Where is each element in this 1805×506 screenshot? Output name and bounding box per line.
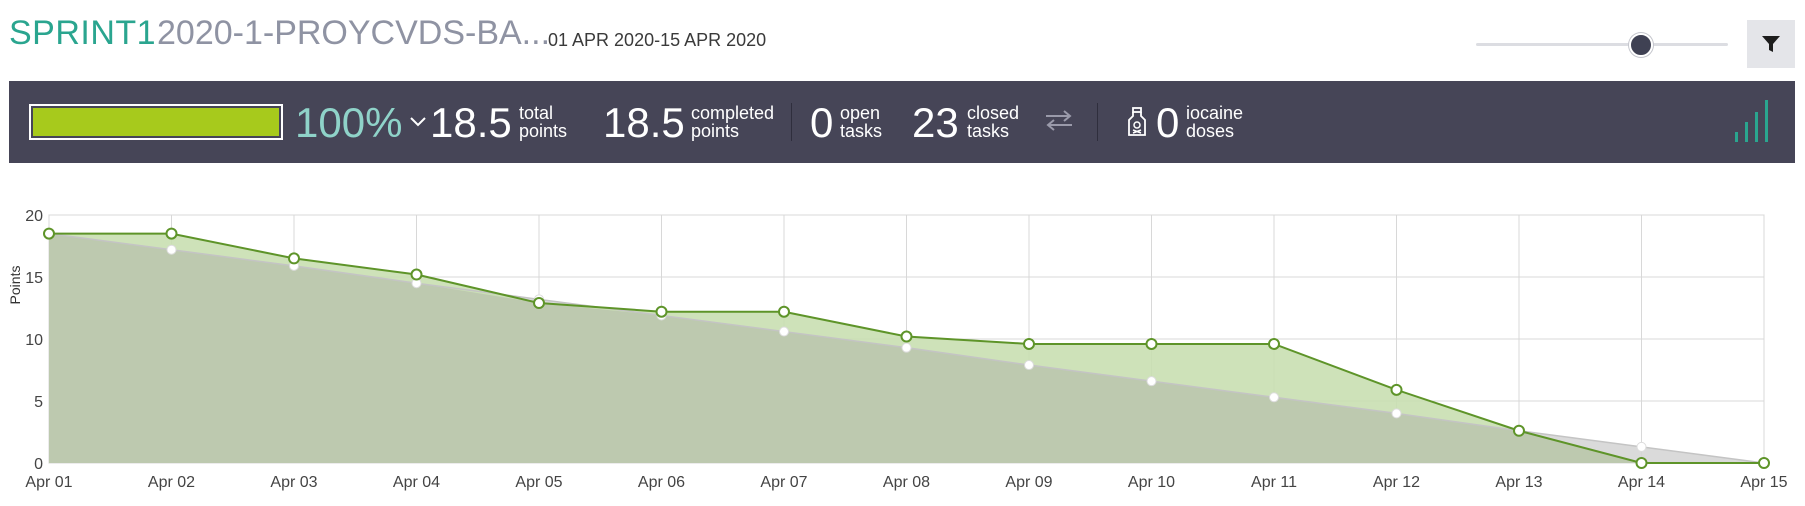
zoom-slider-handle[interactable] [1628,33,1653,57]
poison-bottle-icon [1128,107,1146,136]
ideal-point [1024,360,1034,371]
iocaine-doses-label: iocaine doses [1186,103,1244,141]
page-header: SPRINT1 2020-1-PROYCVDS-BA... 01 APR 202… [0,0,1805,82]
x-tick-label: Apr 12 [1373,474,1420,491]
zoom-slider-track[interactable] [1476,43,1728,46]
closed-tasks-label: closed tasks [967,103,1020,141]
open-tasks-value: 0 [810,99,834,146]
x-tick-label: Apr 02 [148,474,195,491]
ideal-point [779,326,789,337]
total-points-value: 18.5 [430,99,512,146]
progress-percent: 100% [295,99,403,146]
real-point [1145,337,1158,350]
bar-graph-icon[interactable] [1733,98,1773,142]
x-tick-label: Apr 06 [638,474,685,491]
real-point [410,268,423,281]
x-tick-label: Apr 10 [1128,474,1175,491]
iocaine-doses-value: 0 [1156,99,1180,146]
real-point [1390,383,1403,396]
y-tick-label: 20 [25,208,43,225]
open-tasks-label: open tasks [840,103,883,141]
sprint-name: SPRINT1 [9,14,157,52]
y-tick-label: 5 [34,394,43,411]
sprint-progress-fill [33,108,279,136]
ideal-point [901,342,912,353]
real-point [1023,337,1035,350]
real-point [900,330,913,343]
x-tick-label: Apr 09 [1005,474,1052,491]
ideal-point [1636,441,1647,452]
y-axis-label: Points [7,266,23,305]
real-point [1513,424,1525,437]
y-tick-label: 10 [25,332,43,349]
x-tick-label: Apr 08 [883,474,930,491]
ideal-point [1269,392,1279,403]
ideal-point [1146,376,1157,387]
ideal-point [166,244,177,255]
chevron-down-icon[interactable] [408,111,428,131]
real-point [655,305,668,318]
x-tick-label: Apr 05 [515,474,562,491]
stats-divider [1097,103,1098,141]
real-point [1635,457,1648,469]
real-point [1268,337,1280,350]
swap-arrows-icon[interactable] [1044,108,1074,132]
y-tick-label: 15 [25,270,43,287]
real-point [43,227,55,240]
project-name[interactable]: 2020-1-PROYCVDS-BA... [157,14,550,53]
x-tick-label: Apr 04 [393,474,440,491]
stats-divider [791,103,792,141]
ideal-point [1391,408,1402,419]
x-tick-label: Apr 01 [25,474,72,491]
real-point [288,252,300,265]
sprint-progress-bar [29,104,283,140]
sprint-stats-bar: 100% 18.5 total points 18.5 completed poin… [9,81,1795,163]
real-point [165,227,178,240]
sprint-dates: 01 APR 2020-15 APR 2020 [548,30,767,50]
x-tick-label: Apr 14 [1618,474,1665,491]
real-point [778,305,790,318]
x-tick-label: Apr 07 [760,474,807,491]
x-tick-label: Apr 03 [270,474,317,491]
filter-button[interactable] [1747,20,1795,68]
y-tick-label: 0 [34,456,43,473]
real-point [533,297,545,310]
x-tick-label: Apr 13 [1495,474,1542,491]
real-point [1758,457,1770,469]
x-tick-label: Apr 15 [1740,474,1787,491]
completed-points-value: 18.5 [603,99,685,146]
burndown-chart: 0 5 10 15 20 Apr 01 Apr 02 Apr 03 Apr 04 Apr 05 Ap… [7,208,1788,491]
filter-funnel-icon [1762,36,1780,52]
completed-points-label: completed points [691,103,775,141]
total-points-label: total points [519,103,568,141]
x-tick-label: Apr 11 [1251,474,1297,491]
closed-tasks-value: 23 [912,99,959,146]
